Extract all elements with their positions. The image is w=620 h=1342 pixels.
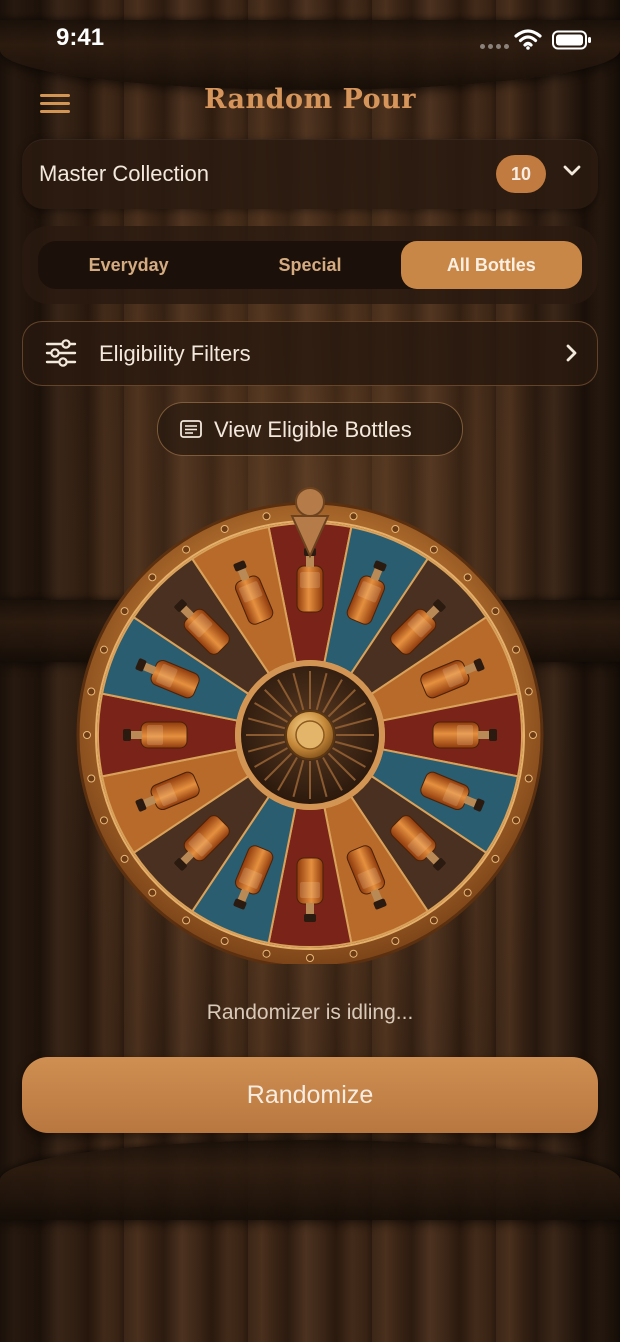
status-time: 9:41: [56, 24, 105, 51]
rim-rivet: [512, 645, 521, 654]
eligibility-filters-label: Eligibility Filters: [99, 341, 251, 366]
rim-rivet: [524, 687, 533, 696]
rim-rivet: [120, 607, 129, 616]
rim-rivet: [463, 888, 472, 897]
rim-rivet: [391, 937, 400, 946]
rim-rivet: [87, 774, 96, 783]
rim-rivet: [120, 854, 129, 863]
rim-rivet: [463, 573, 472, 582]
view-eligible-bottles-label: View Eligible Bottles: [214, 417, 412, 442]
rim-rivet: [429, 916, 438, 925]
rim-rivet: [83, 731, 91, 739]
tab-special[interactable]: Special: [219, 241, 400, 289]
barrel-hoop-bottom: [0, 1140, 620, 1220]
rim-rivet: [182, 545, 191, 554]
eligibility-filters-button[interactable]: Eligibility Filters: [22, 321, 598, 386]
battery-icon: [552, 30, 591, 50]
rim-rivet: [99, 645, 108, 654]
wheel-center-cap: [295, 720, 325, 750]
rim-rivet: [99, 816, 108, 825]
rim-rivet: [529, 731, 537, 739]
wifi-icon: [514, 29, 542, 50]
cellular-signal-icon: [480, 44, 509, 49]
rim-rivet: [220, 524, 229, 533]
status-bar: 9:41: [0, 0, 620, 80]
rim-rivet: [524, 774, 533, 783]
collection-selector[interactable]: Master Collection 10: [22, 139, 598, 209]
app-title: Random Pour: [204, 84, 416, 115]
rim-rivet: [87, 687, 96, 696]
bottle-category-segmented-control: Everyday Special All Bottles: [22, 226, 598, 304]
rim-rivet: [491, 854, 500, 863]
rim-rivet: [220, 937, 229, 946]
rim-rivet: [512, 816, 521, 825]
rim-rivet: [491, 607, 500, 616]
rim-rivet: [262, 949, 271, 958]
tab-everyday[interactable]: Everyday: [38, 241, 219, 289]
rim-rivet: [148, 888, 157, 897]
sliders-icon: [45, 339, 77, 367]
rim-rivet: [349, 512, 358, 521]
chevron-down-icon: [563, 165, 581, 176]
tab-all-bottles[interactable]: All Bottles: [400, 241, 582, 289]
view-eligible-bottles-button[interactable]: View Eligible Bottles: [157, 402, 463, 456]
chevron-right-icon: [566, 344, 577, 362]
bottle-roulette-wheel[interactable]: [76, 484, 544, 964]
randomize-button[interactable]: Randomize: [22, 1057, 598, 1133]
rim-rivet: [429, 545, 438, 554]
rim-rivet: [148, 573, 157, 582]
randomizer-status-text: Randomizer is idling...: [206, 1001, 414, 1024]
rim-rivet: [306, 954, 314, 962]
rim-rivet: [391, 524, 400, 533]
rim-rivet: [349, 949, 358, 958]
collection-count-badge: 10: [496, 155, 546, 193]
collection-name: Master Collection: [39, 161, 209, 186]
rim-rivet: [182, 916, 191, 925]
rim-rivet: [262, 512, 271, 521]
list-icon: [180, 420, 202, 438]
